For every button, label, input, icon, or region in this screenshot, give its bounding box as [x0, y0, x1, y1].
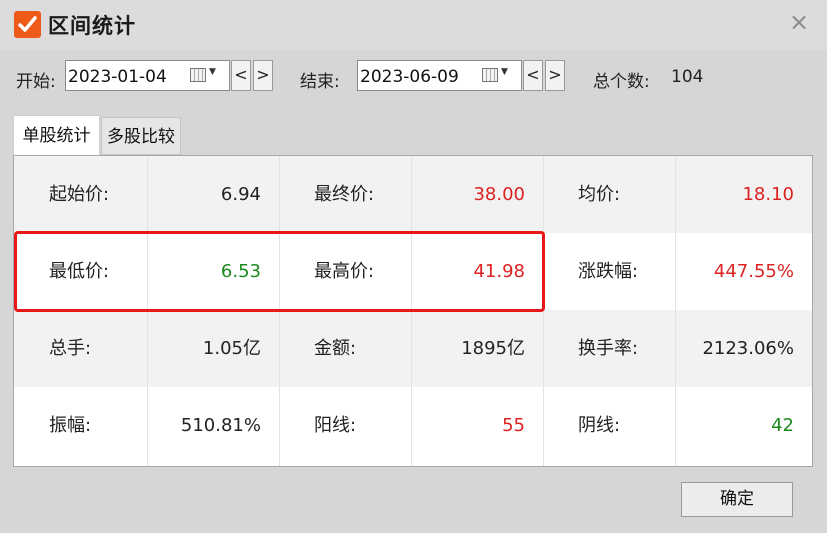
tab-multi-stock[interactable]: 多股比较	[101, 117, 181, 155]
avg-price-value: 18.10	[742, 184, 794, 205]
title-bar: 区间统计 ×	[0, 0, 827, 50]
start-label: 开始:	[16, 72, 56, 92]
start-price-label: 起始价:	[49, 184, 110, 205]
calendar-icon[interactable]	[482, 68, 498, 82]
end-price-value: 38.00	[473, 184, 525, 205]
column-divider	[675, 156, 676, 466]
up-days-value: 55	[502, 415, 525, 436]
close-icon[interactable]: ×	[786, 9, 812, 35]
end-next-button[interactable]: >	[545, 60, 565, 91]
start-next-button[interactable]: >	[253, 60, 273, 91]
end-prev-button[interactable]: <	[523, 60, 543, 91]
tab-single-stock[interactable]: 单股统计	[13, 115, 100, 155]
amount-label: 金额:	[314, 338, 357, 359]
stats-row: 总手: 1.05亿 金额: 1895亿 换手率: 2123.06%	[14, 310, 812, 387]
total-volume-label: 总手:	[49, 338, 92, 359]
stats-row: 振幅: 510.81% 阳线: 55 阴线: 42	[14, 387, 812, 464]
window-title: 区间统计	[48, 14, 136, 38]
change-pct-label: 涨跌幅:	[578, 261, 639, 282]
start-date-picker[interactable]: 2023-01-04 ▼	[65, 60, 230, 91]
turnover-label: 换手率:	[578, 338, 639, 359]
up-days-label: 阳线:	[314, 415, 357, 436]
start-price-value: 6.94	[220, 184, 261, 205]
ok-button[interactable]: 确定	[681, 482, 793, 517]
change-pct-value: 447.55%	[713, 261, 794, 282]
down-days-value: 42	[771, 415, 794, 436]
amount-value: 1895亿	[461, 338, 525, 359]
end-date-value: 2023-06-09	[360, 67, 459, 87]
start-prev-button[interactable]: <	[231, 60, 251, 91]
date-range-row: 开始: 2023-01-04 ▼ < > 结束: 2023-06-09 ▼ < …	[0, 58, 827, 96]
end-date-picker[interactable]: 2023-06-09 ▼	[357, 60, 522, 91]
highlight-box	[14, 231, 545, 312]
avg-price-label: 均价:	[578, 184, 621, 205]
calendar-icon[interactable]	[190, 68, 206, 82]
turnover-value: 2123.06%	[702, 338, 794, 359]
amplitude-label: 振幅:	[49, 415, 92, 436]
total-volume-value: 1.05亿	[202, 338, 261, 359]
start-date-value: 2023-01-04	[68, 67, 167, 87]
stats-row: 起始价: 6.94 最终价: 38.00 均价: 18.10	[14, 156, 812, 233]
end-price-label: 最终价:	[314, 184, 375, 205]
amplitude-value: 510.81%	[180, 415, 261, 436]
dropdown-arrow-icon[interactable]: ▼	[209, 67, 216, 77]
total-count-value: 104	[671, 67, 704, 87]
end-label: 结束:	[300, 72, 340, 92]
checkmark-icon	[14, 11, 41, 38]
down-days-label: 阴线:	[578, 415, 621, 436]
dropdown-arrow-icon[interactable]: ▼	[501, 67, 508, 77]
total-count-label: 总个数:	[593, 72, 650, 92]
